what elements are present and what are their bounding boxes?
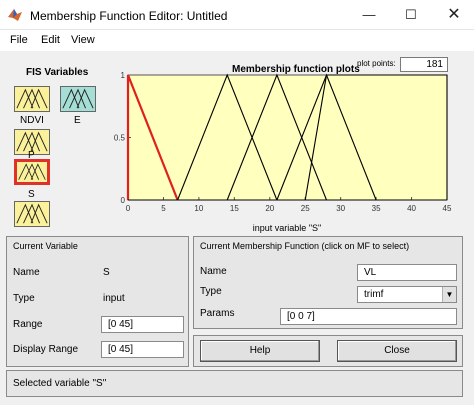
x-tick-label: 10 xyxy=(194,204,203,213)
plot-points-label: plot points: xyxy=(357,59,396,68)
fis-variables-title: FIS Variables xyxy=(26,67,89,78)
x-tick-label: 30 xyxy=(336,204,345,213)
x-tick-label: 0 xyxy=(126,204,131,213)
window-title: Membership Function Editor: Untitled xyxy=(30,9,228,23)
mf-label-vl: VL xyxy=(128,71,139,72)
minimize-button[interactable]: — xyxy=(350,4,388,26)
display-range-input[interactable]: [0 45] xyxy=(101,341,184,358)
button-panel: Help Close xyxy=(193,335,463,367)
mf-label-vh: VH xyxy=(380,71,393,72)
menu-view[interactable]: View xyxy=(71,34,95,46)
title-bar: Membership Function Editor: Untitled — ☐… xyxy=(0,0,474,30)
status-bar: Selected variable "S" xyxy=(6,370,463,397)
current-variable-panel: Current Variable Name S Type input Range… xyxy=(6,236,189,367)
y-tick-label: 0.5 xyxy=(114,134,126,143)
current-variable-title: Current Variable xyxy=(13,241,78,251)
fis-variable-s-icon[interactable] xyxy=(14,159,50,185)
status-text: Selected variable "S" xyxy=(13,378,107,389)
x-tick-label: 45 xyxy=(443,204,452,213)
mf-params-label: Params xyxy=(200,308,235,319)
x-tick-label: 5 xyxy=(161,204,166,213)
fis-variable-label: NDVI xyxy=(20,115,44,126)
variable-name-value: S xyxy=(103,267,110,278)
mf-label-h: H xyxy=(323,71,330,72)
maximize-button[interactable]: ☐ xyxy=(392,4,430,26)
mf-label-l: L xyxy=(225,71,230,72)
x-tick-label: 25 xyxy=(301,204,310,213)
x-tick-label: 35 xyxy=(372,204,381,213)
help-button[interactable]: Help xyxy=(200,340,320,362)
matlab-icon xyxy=(8,9,22,21)
range-input[interactable]: [0 45] xyxy=(101,316,184,333)
fis-variable-icon[interactable] xyxy=(14,201,50,227)
chevron-down-icon[interactable]: ▼ xyxy=(442,287,456,302)
mf-params-input[interactable]: [0 0 7] xyxy=(280,308,457,325)
menu-file[interactable]: File xyxy=(10,34,28,46)
current-mf-panel: Current Membership Function (click on MF… xyxy=(193,236,463,329)
mf-name-input[interactable]: VL xyxy=(357,264,457,281)
y-tick-label: 1 xyxy=(121,71,126,80)
type-label: Type xyxy=(13,293,35,304)
menu-edit[interactable]: Edit xyxy=(41,34,60,46)
membership-function-plot[interactable]: 0 5 10 15 20 25 30 35 40 45 0 0.5 1 VL L M H VH input va… xyxy=(110,71,465,234)
range-label: Range xyxy=(13,319,43,330)
close-window-button[interactable]: ✕ xyxy=(435,4,473,26)
plot-area[interactable] xyxy=(127,74,448,201)
plot-points-input[interactable]: 181 xyxy=(400,57,448,72)
mf-type-label: Type xyxy=(200,286,222,297)
display-range-label: Display Range xyxy=(13,344,79,355)
close-button[interactable]: Close xyxy=(337,340,457,362)
y-tick-label: 0 xyxy=(121,196,126,205)
fis-variable-label: S xyxy=(28,189,35,200)
mf-type-select[interactable]: trimf ▼ xyxy=(357,286,457,303)
variable-type-value: input xyxy=(103,293,125,304)
menu-bar: File Edit View xyxy=(0,30,474,51)
x-tick-label: 15 xyxy=(230,204,239,213)
fis-variable-label: E xyxy=(74,115,81,126)
x-tick-label: 20 xyxy=(265,204,274,213)
x-tick-label: 40 xyxy=(407,204,416,213)
mf-name-label: Name xyxy=(200,266,227,277)
x-axis-label: input variable "S" xyxy=(253,223,321,233)
mf-label-m: M xyxy=(273,71,281,72)
editor-client-area: FIS Variables NDVI E P S Membership func… xyxy=(0,51,474,405)
mf-type-value: trimf xyxy=(364,289,384,300)
name-label: Name xyxy=(13,267,40,278)
fis-variable-e-icon[interactable] xyxy=(60,86,96,112)
current-mf-title: Current Membership Function (click on MF… xyxy=(200,241,410,251)
fis-variable-ndvi-icon[interactable] xyxy=(14,86,50,112)
